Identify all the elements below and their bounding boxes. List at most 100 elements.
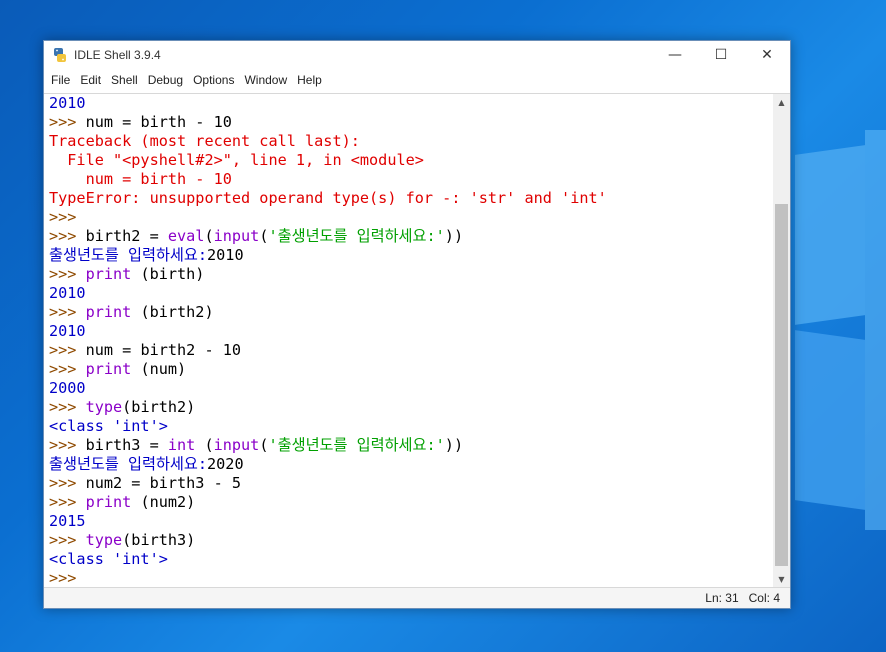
shell-line: TypeError: unsupported operand type(s) f… [49,189,773,208]
shell-text-segment: 2010 [49,322,86,340]
menu-edit[interactable]: Edit [77,73,104,87]
shell-text-segment: (birth) [131,265,205,283]
shell-text-segment: )) [444,227,464,245]
scrollbar-thumb[interactable] [775,204,788,566]
shell-line: >>> print (birth) [49,265,773,284]
shell-line: File "<pyshell#2>", line 1, in <module> [49,151,773,170]
shell-text-segment: input [213,436,260,454]
shell-text-segment: (birth2) [122,398,196,416]
shell-text-segment: num = birth - 10 [49,170,232,188]
menu-window[interactable]: Window [241,73,290,87]
shell-line: 2000 [49,379,773,398]
shell-text-segment: 2010 [49,284,86,302]
shell-text-segment: birth2 = [85,227,168,245]
shell-line: >>> [49,208,773,227]
desktop-wallpaper-pane [795,145,865,325]
title-bar[interactable]: IDLE Shell 3.9.4 — ☐ ✕ [44,41,790,69]
scroll-down-arrow-icon[interactable]: ▼ [773,571,790,588]
shell-text-segment: 2000 [49,379,86,397]
shell-text-segment: File "<pyshell#2>", line 1, in <module> [49,151,424,169]
shell-text-segment: >>> [49,398,86,416]
shell-line: >>> print (num) [49,360,773,379]
shell-line: <class 'int'> [49,550,773,569]
menu-debug[interactable]: Debug [145,73,186,87]
shell-text-segment: >>> [49,493,86,511]
shell-text-segment: 출생년도를 입력하세요: [49,246,208,264]
shell-text-segment: print [85,265,132,283]
column-indicator: Col: 4 [748,591,780,605]
shell-text-segment: 출생년도를 입력하세요: [49,455,208,473]
shell-text-segment: int [167,436,196,454]
shell-text-segment: ( [195,436,214,454]
shell-line: >>> [49,569,773,588]
shell-line: >>> type(birth2) [49,398,773,417]
line-indicator: Ln: 31 [705,591,739,605]
desktop-wallpaper-pane [795,330,865,510]
shell-text-segment: 2010 [207,246,244,264]
shell-text-segment: (num2) [131,493,196,511]
shell-line: 출생년도를 입력하세요:2010 [49,246,773,265]
shell-text-segment: >>> [49,227,86,245]
shell-text-segment: '출생년도를 입력하세요:' [268,227,445,245]
shell-text-segment: print [85,360,132,378]
maximize-button[interactable]: ☐ [698,41,744,69]
idle-shell-window: IDLE Shell 3.9.4 — ☐ ✕ File Edit Shell D… [43,40,791,609]
shell-line: >>> birth3 = int (input('출생년도를 입력하세요:')) [49,436,773,455]
shell-line: 출생년도를 입력하세요:2020 [49,455,773,474]
shell-text-segment: num = birth - 10 [85,113,232,131]
menu-help[interactable]: Help [294,73,325,87]
shell-text-segment: (birth3) [122,531,196,549]
shell-line: Traceback (most recent call last): [49,132,773,151]
shell-text-segment: >>> [49,341,86,359]
shell-line: >>> birth2 = eval(input('출생년도를 입력하세요:')) [49,227,773,246]
shell-text-segment: eval [167,227,205,245]
shell-text-segment: >>> [49,113,86,131]
desktop-wallpaper-pane [865,130,886,530]
shell-text-segment: >>> [49,303,86,321]
shell-output[interactable]: 2010 >>> num = birth - 10 Traceback (most … [44,94,773,588]
shell-text-segment: >>> [49,436,86,454]
shell-line: 2010 [49,94,773,113]
shell-line: 2010 [49,322,773,341]
shell-text-segment: <class 'int'> [49,417,168,435]
shell-text-segment: (num) [131,360,187,378]
shell-text-segment: >>> [49,569,77,587]
shell-text-segment: 2020 [207,455,244,473]
shell-text-segment: TypeError: unsupported operand type(s) f… [49,189,607,207]
shell-line: 2010 [49,284,773,303]
shell-text-segment: <class 'int'> [49,550,168,568]
shell-line: >>> print (birth2) [49,303,773,322]
shell-editor[interactable]: 2010 >>> num = birth - 10 Traceback (most … [44,93,790,588]
shell-line: >>> num2 = birth3 - 5 [49,474,773,493]
shell-text-segment: '출생년도를 입력하세요:' [268,436,445,454]
shell-text-segment: )) [444,436,464,454]
shell-text-segment: num = birth2 - 10 [85,341,242,359]
shell-line: >>> num = birth - 10 [49,113,773,132]
scroll-up-arrow-icon[interactable]: ▲ [773,94,790,111]
menu-options[interactable]: Options [190,73,237,87]
shell-line: num = birth - 10 [49,170,773,189]
shell-text-segment: type [85,398,123,416]
minimize-button[interactable]: — [652,41,698,69]
shell-line: 2015 [49,512,773,531]
shell-text-segment: 2010 [49,94,86,112]
shell-line: >>> type(birth3) [49,531,773,550]
status-bar: Ln: 31 Col: 4 [44,587,790,608]
vertical-scrollbar[interactable]: ▲ ▼ [773,94,790,588]
menu-file[interactable]: File [48,73,73,87]
menu-shell[interactable]: Shell [108,73,141,87]
shell-text-segment: >>> [49,360,86,378]
shell-line: >>> num = birth2 - 10 [49,341,773,360]
shell-text-segment: >>> [49,208,77,226]
shell-text-segment: birth3 = [85,436,168,454]
shell-line: >>> print (num2) [49,493,773,512]
shell-text-segment: 2015 [49,512,86,530]
close-button[interactable]: ✕ [744,41,790,69]
shell-text-segment: print [85,303,132,321]
shell-text-segment: type [85,531,123,549]
shell-text-segment: input [213,227,260,245]
menu-bar: File Edit Shell Debug Options Window Hel… [44,69,790,91]
shell-text-area[interactable]: 2010 >>> num = birth - 10 Traceback (most … [44,94,773,588]
shell-text-segment: >>> [49,531,86,549]
shell-text-segment: print [85,493,132,511]
